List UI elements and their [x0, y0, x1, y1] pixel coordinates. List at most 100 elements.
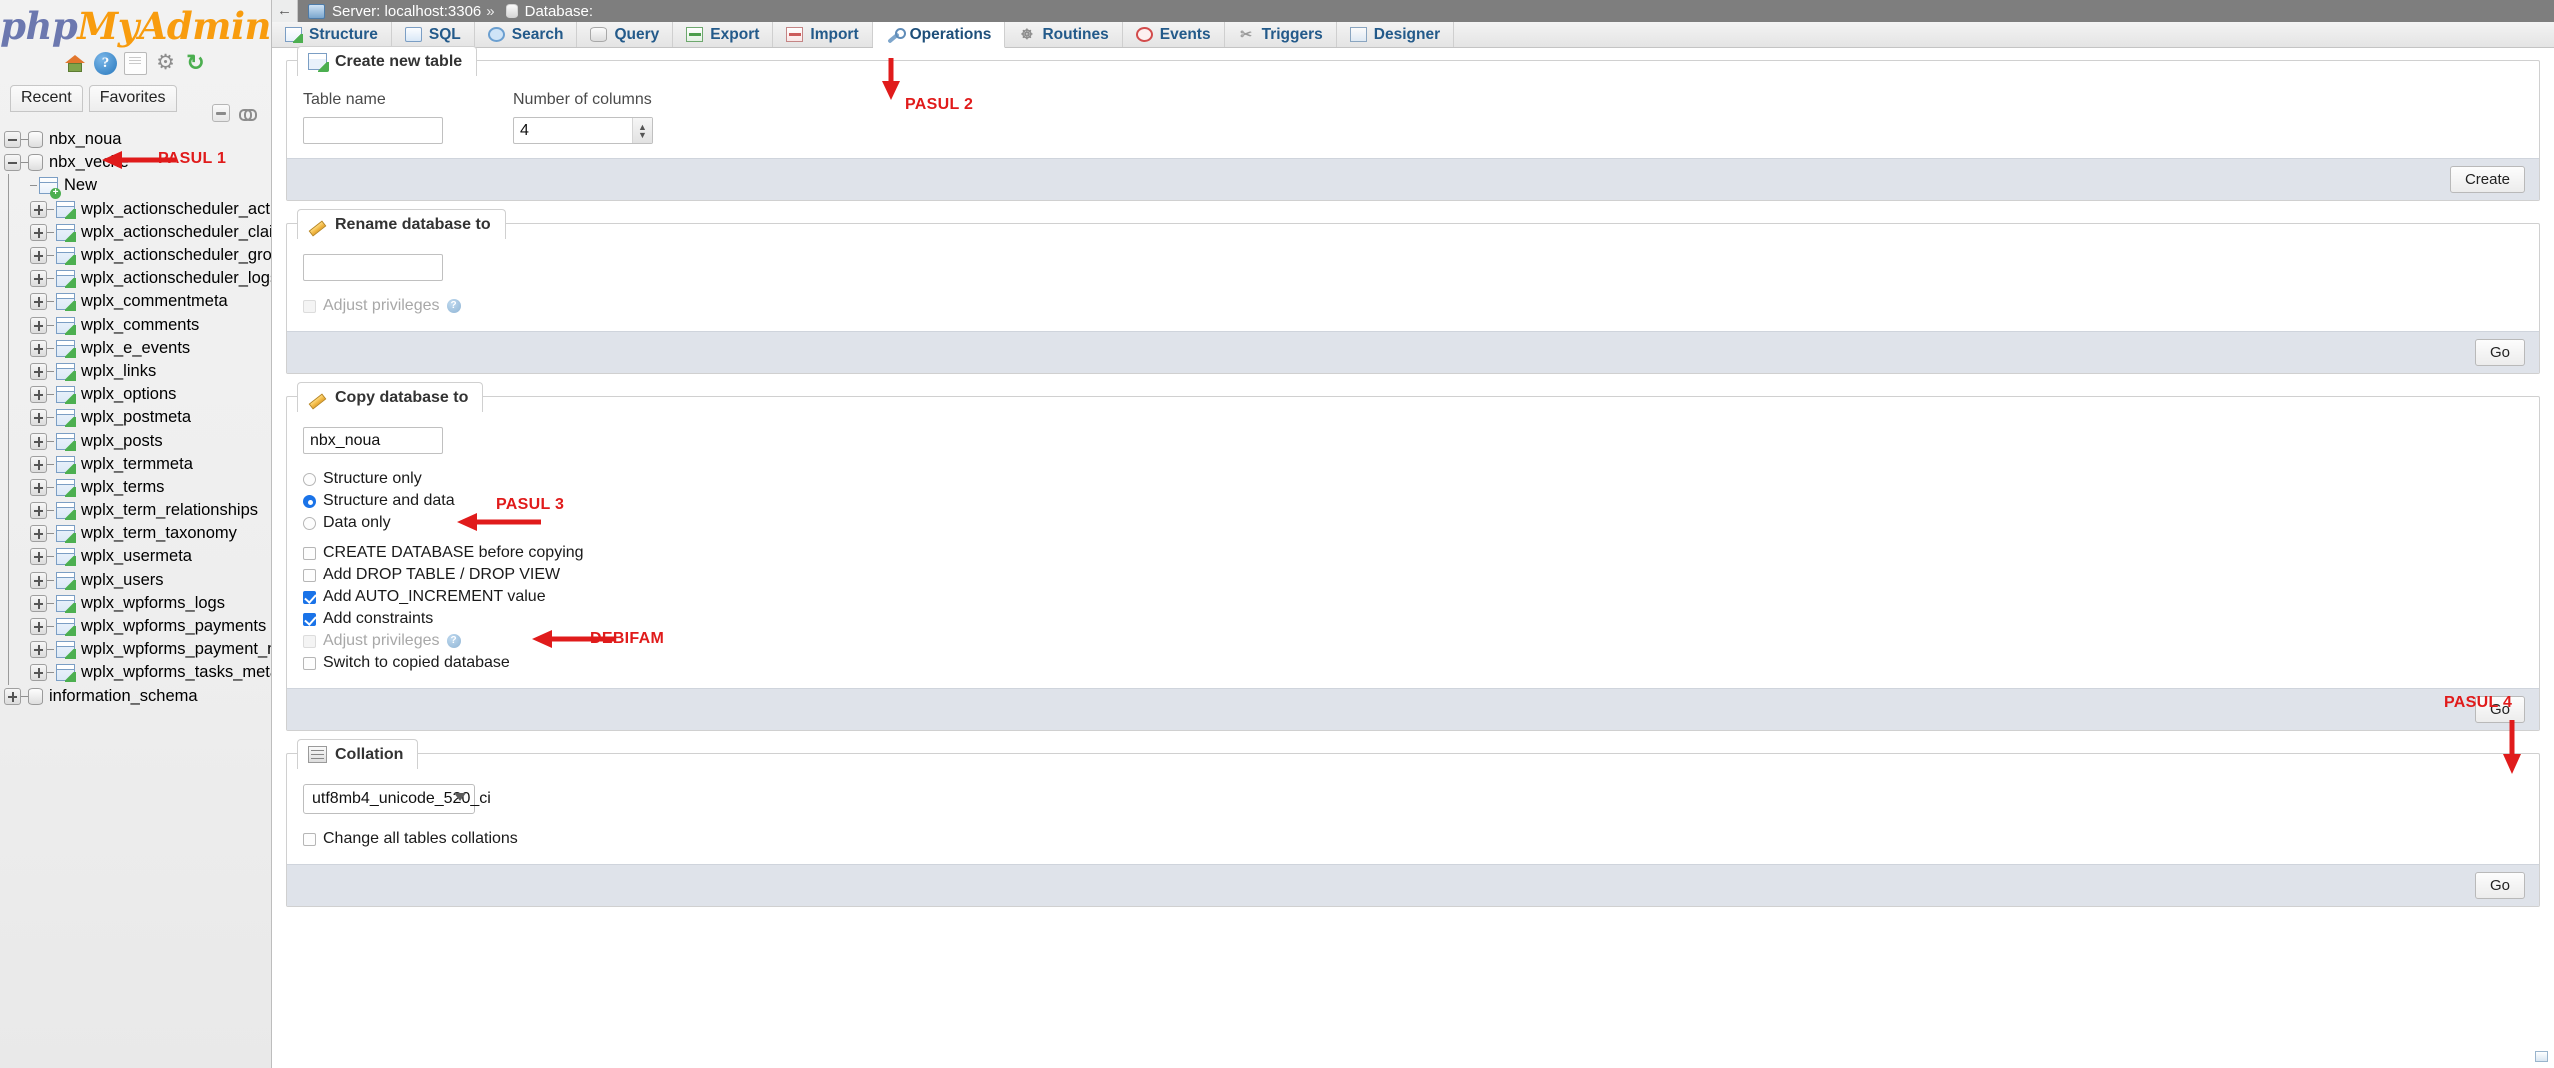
tree-expander-toggle[interactable] — [30, 409, 47, 427]
collapse-all-button[interactable] — [212, 104, 230, 122]
tree-table-item[interactable]: wplx_links — [0, 359, 271, 384]
tree-table-item[interactable]: wplx_users — [0, 568, 271, 592]
copy-option-row[interactable]: Add DROP TABLE / DROP VIEW — [303, 564, 2523, 586]
tab-query[interactable]: Query — [577, 22, 674, 47]
tree-expander-toggle[interactable] — [30, 641, 47, 659]
tab-recent[interactable]: Recent — [10, 85, 83, 112]
tree-table-item[interactable]: wplx_actionscheduler_claims — [0, 220, 271, 244]
help-icon[interactable]: ? — [446, 299, 461, 313]
link-with-main-panel-icon[interactable] — [239, 107, 257, 121]
tree-table-item[interactable]: wplx_commentmeta — [0, 290, 271, 314]
tree-expander-toggle[interactable] — [30, 316, 47, 334]
tree-new-item[interactable]: New — [0, 174, 271, 200]
tree-expander-toggle[interactable] — [30, 548, 47, 566]
tab-import[interactable]: Import — [773, 22, 873, 47]
tree-expander-toggle[interactable] — [30, 502, 47, 520]
tree-table-item[interactable]: wplx_postmeta — [0, 406, 271, 430]
tab-operations[interactable]: Operations — [872, 22, 1006, 48]
tree-table-item[interactable]: wplx_term_taxonomy — [0, 522, 271, 546]
copy-option-row[interactable]: CREATE DATABASE before copying — [303, 542, 2523, 564]
breadcrumb-server[interactable]: Server: localhost:3306 — [332, 3, 481, 20]
gear-icon[interactable]: ⚙ — [154, 52, 177, 75]
copy-mode-option[interactable]: Structure and data — [303, 490, 2523, 512]
tab-favorites[interactable]: Favorites — [88, 85, 177, 112]
create-button[interactable]: Create — [2449, 166, 2525, 193]
tab-events[interactable]: Events — [1123, 22, 1225, 47]
documentation-icon[interactable] — [124, 52, 147, 75]
copy-option-row[interactable]: Switch to copied database — [303, 652, 2523, 674]
tree-expander-toggle[interactable] — [30, 525, 47, 543]
tree-expander-toggle[interactable] — [30, 664, 47, 682]
tree-expander-toggle[interactable] — [30, 339, 47, 357]
tree-table-item[interactable]: wplx_usermeta — [0, 545, 271, 569]
copy-option-row[interactable]: Add AUTO_INCREMENT value — [303, 586, 2523, 608]
table-name-input[interactable] — [303, 117, 443, 144]
tree-expander-toggle[interactable] — [4, 131, 21, 149]
tab-designer[interactable]: Designer — [1337, 22, 1455, 47]
help-icon[interactable]: ? — [94, 52, 117, 75]
tree-expander-toggle[interactable] — [4, 687, 21, 705]
change-all-collations-checkbox[interactable] — [303, 832, 316, 846]
tree-expander-toggle[interactable] — [30, 293, 47, 311]
collation-go-button[interactable]: Go — [2474, 872, 2525, 899]
phpmyadmin-logo[interactable]: phpMyAdmin — [0, 0, 271, 45]
collation-select[interactable]: utf8mb4_unicode_520_ci — [303, 784, 491, 814]
tree-table-item[interactable]: wplx_term_relationships — [0, 499, 271, 523]
tree-table-item[interactable]: wplx_comments — [0, 313, 271, 337]
radio-button[interactable] — [303, 494, 316, 508]
tree-expander-toggle[interactable] — [4, 154, 21, 172]
change-all-collations-label: Change all tables collations — [323, 830, 518, 847]
radio-button[interactable] — [303, 472, 316, 486]
tree-table-item[interactable]: wplx_posts — [0, 429, 271, 453]
radio-button[interactable] — [303, 516, 316, 530]
tree-table-item[interactable]: wplx_wpforms_payment_meta — [0, 638, 271, 662]
tree-table-item[interactable]: wplx_actionscheduler_logs — [0, 267, 271, 291]
stepper-down-icon[interactable]: ▼ — [638, 130, 647, 139]
tree-expander-toggle[interactable] — [30, 478, 47, 496]
tree-expander-toggle[interactable] — [30, 432, 47, 450]
copy-option-row[interactable]: Add constraints — [303, 608, 2523, 630]
tree-expander-toggle[interactable] — [30, 200, 47, 218]
tree-database-item[interactable]: information_schema — [0, 685, 271, 708]
checkbox[interactable] — [303, 568, 316, 582]
tree-expander-toggle[interactable] — [30, 223, 47, 241]
tree-table-item[interactable]: wplx_wpforms_tasks_meta — [0, 661, 271, 685]
tab-search[interactable]: Search — [475, 22, 578, 47]
tree-expander-toggle[interactable] — [30, 618, 47, 636]
copy-database-input[interactable] — [303, 427, 443, 454]
tree-expander-toggle[interactable] — [30, 247, 47, 265]
tree-expander-toggle[interactable] — [30, 270, 47, 288]
num-columns-stepper[interactable]: ▲ ▼ — [632, 118, 652, 143]
tree-table-item[interactable]: wplx_actionscheduler_groups — [0, 243, 271, 268]
copy-mode-option[interactable]: Data only — [303, 512, 2523, 534]
tab-sql[interactable]: SQL — [392, 22, 475, 47]
tree-expander-toggle[interactable] — [30, 594, 47, 612]
checkbox[interactable] — [303, 546, 316, 560]
tree-table-item[interactable]: wplx_actionscheduler_actions — [0, 197, 271, 221]
rename-database-input[interactable] — [303, 254, 443, 281]
rename-go-button[interactable]: Go — [2474, 339, 2525, 366]
tree-table-item[interactable]: wplx_options — [0, 383, 271, 407]
breadcrumb-database[interactable]: Database: — [525, 3, 593, 20]
tree-expander-toggle[interactable] — [30, 455, 47, 473]
tree-expander-toggle[interactable] — [30, 571, 47, 589]
back-button[interactable]: ← — [272, 0, 298, 22]
help-icon[interactable]: ? — [446, 634, 461, 648]
tab-structure[interactable]: Structure — [272, 22, 392, 47]
refresh-icon[interactable]: ↻ — [184, 52, 207, 75]
home-icon[interactable] — [64, 52, 87, 75]
tree-table-item[interactable]: wplx_wpforms_payments — [0, 614, 271, 639]
tree-table-item[interactable]: wplx_e_events — [0, 336, 271, 360]
checkbox[interactable] — [303, 612, 316, 626]
copy-mode-option[interactable]: Structure only — [303, 468, 2523, 490]
tree-expander-toggle[interactable] — [30, 362, 47, 380]
tree-table-item[interactable]: wplx_termmeta — [0, 452, 271, 476]
checkbox[interactable] — [303, 590, 316, 604]
tree-table-item[interactable]: wplx_wpforms_logs — [0, 591, 271, 615]
tree-expander-toggle[interactable] — [30, 386, 47, 404]
tab-export[interactable]: Export — [673, 22, 774, 47]
checkbox[interactable] — [303, 656, 316, 670]
tab-routines[interactable]: ☸ Routines — [1005, 22, 1123, 47]
tree-table-item[interactable]: wplx_terms — [0, 475, 271, 499]
tab-triggers[interactable]: ✂ Triggers — [1225, 22, 1337, 47]
